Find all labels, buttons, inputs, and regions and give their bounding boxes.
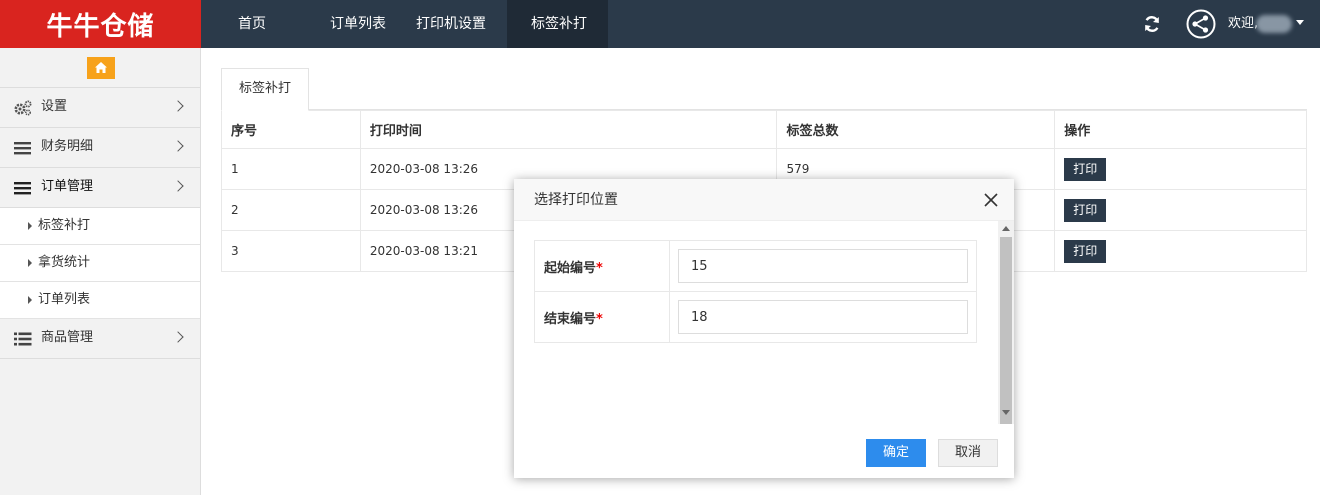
cell-no: 2	[221, 189, 361, 231]
bars-icon	[14, 142, 31, 155]
caret-right-icon	[28, 259, 32, 267]
tab-bar: 标签补打	[221, 68, 1307, 111]
sidebar-item-label: 商品管理	[41, 330, 94, 345]
cancel-button[interactable]: 取消	[938, 439, 998, 467]
top-bar: 牛牛仓储 首页 订单列表 打印机设置 标签补打 欢迎,	[0, 0, 1320, 48]
end-no-cell	[669, 291, 977, 343]
dialog-footer: 确定 取消	[514, 424, 1014, 478]
sidebar: 设置 财务明细 订单管理 标签补打 拿货统计 订单列表 商品管理	[0, 48, 201, 495]
dialog-scrollbar[interactable]	[998, 221, 1014, 424]
chevron-right-icon	[172, 331, 184, 343]
caret-right-icon	[28, 296, 32, 304]
required-mark: *	[596, 260, 603, 276]
scrollbar-thumb[interactable]	[1000, 237, 1012, 424]
sidebar-subitem-label: 订单列表	[38, 292, 91, 307]
caret-right-icon	[28, 222, 32, 230]
sidebar-item-settings[interactable]: 设置	[0, 88, 200, 128]
column-header-time: 打印时间	[359, 110, 778, 149]
sidebar-subitem-pickup-stats[interactable]: 拿货统计	[0, 245, 200, 282]
print-button[interactable]: 打印	[1064, 198, 1107, 222]
start-no-input[interactable]	[678, 249, 968, 283]
dialog-title: 选择打印位置	[534, 192, 618, 208]
required-mark: *	[596, 311, 603, 327]
chevron-right-icon	[172, 100, 184, 112]
sidebar-item-product-management[interactable]: 商品管理	[0, 319, 200, 359]
home-icon	[95, 62, 107, 73]
caret-down-icon[interactable]	[1296, 20, 1304, 25]
scroll-down-arrow-icon[interactable]	[1002, 410, 1010, 415]
nav-item-label-reprint[interactable]: 标签补打	[507, 0, 608, 48]
cell-action: 打印	[1054, 148, 1307, 190]
chevron-right-icon	[172, 180, 184, 192]
nav-item-order-list[interactable]: 订单列表	[302, 0, 394, 48]
gears-icon	[14, 100, 32, 116]
sidebar-subitem-label: 标签补打	[38, 218, 91, 233]
dialog-body: 起始编号* 结束编号*	[514, 221, 1014, 424]
sidebar-item-label: 设置	[41, 99, 68, 114]
top-nav: 首页 订单列表 打印机设置 标签补打	[201, 0, 608, 48]
cell-action: 打印	[1054, 230, 1307, 272]
sidebar-item-order-management[interactable]: 订单管理	[0, 168, 200, 208]
print-position-dialog: 选择打印位置 起始编号* 结束编号* 确定 取消	[514, 179, 1014, 478]
refresh-icon[interactable]	[1142, 14, 1162, 34]
start-no-label: 起始编号*	[534, 240, 670, 292]
field-label: 起始编号	[544, 260, 597, 276]
username-blurred[interactable]	[1256, 15, 1292, 33]
table-header-row: 序号 打印时间 标签总数 操作	[221, 110, 1307, 149]
welcome-text: 欢迎,	[1228, 16, 1259, 31]
list-icon	[14, 332, 32, 346]
chevron-right-icon	[172, 140, 184, 152]
logo[interactable]: 牛牛仓储	[0, 0, 201, 48]
sidebar-item-label: 财务明细	[41, 139, 94, 154]
form-row-start: 起始编号*	[534, 240, 977, 292]
sidebar-item-label: 订单管理	[41, 179, 94, 194]
column-header-count: 标签总数	[776, 110, 1056, 149]
position-form: 起始编号* 结束编号*	[534, 240, 977, 343]
cell-action: 打印	[1054, 189, 1307, 231]
scroll-up-arrow-icon[interactable]	[1002, 226, 1010, 231]
home-button[interactable]	[87, 57, 115, 79]
sidebar-item-finance[interactable]: 财务明细	[0, 128, 200, 168]
sidebar-subitem-label: 拿货统计	[38, 255, 91, 270]
start-no-cell	[669, 240, 977, 292]
sidebar-home-row	[0, 48, 200, 88]
print-button[interactable]: 打印	[1064, 157, 1107, 181]
sidebar-subitem-label-reprint[interactable]: 标签补打	[0, 208, 200, 245]
field-label: 结束编号	[544, 311, 597, 327]
share-icon[interactable]	[1186, 9, 1216, 39]
cell-no: 3	[221, 230, 361, 272]
column-header-action: 操作	[1054, 110, 1307, 149]
tab-label-reprint[interactable]: 标签补打	[221, 68, 309, 111]
close-icon[interactable]	[984, 193, 998, 207]
confirm-button[interactable]: 确定	[866, 439, 926, 467]
bars-icon	[14, 182, 31, 195]
end-no-label: 结束编号*	[534, 291, 670, 343]
column-header-no: 序号	[221, 110, 361, 149]
nav-item-printer-settings[interactable]: 打印机设置	[394, 0, 507, 48]
dialog-header: 选择打印位置	[514, 179, 1014, 221]
sidebar-subitem-order-list[interactable]: 订单列表	[0, 282, 200, 319]
print-button[interactable]: 打印	[1064, 239, 1107, 263]
cell-no: 1	[221, 148, 361, 190]
end-no-input[interactable]	[678, 300, 968, 334]
form-row-end: 结束编号*	[534, 291, 977, 343]
logo-text: 牛牛仓储	[46, 11, 155, 42]
nav-item-home[interactable]: 首页	[201, 0, 302, 48]
